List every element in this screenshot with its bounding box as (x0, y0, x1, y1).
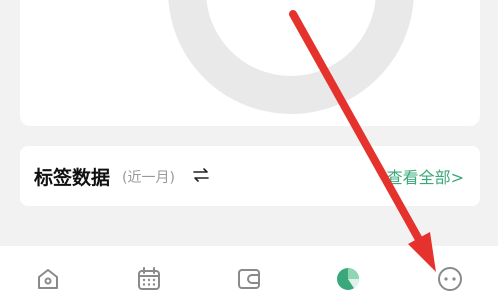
chart-card (20, 0, 480, 126)
wallet-icon (238, 269, 260, 289)
tag-data-period: (近一月) (122, 170, 175, 186)
tag-data-card: 标签数据 (近一月) 查看全部> (20, 146, 480, 206)
pie-chart-icon (337, 268, 359, 290)
tab-more[interactable] (434, 263, 466, 295)
more-icon (438, 267, 462, 291)
tab-statistics[interactable] (332, 263, 364, 295)
swap-icon[interactable] (192, 166, 210, 184)
bottom-tab-bar (0, 246, 498, 307)
calendar-icon (138, 267, 160, 290)
donut-chart (168, 0, 414, 114)
tag-data-title: 标签数据 (34, 167, 111, 189)
tab-home[interactable] (32, 263, 64, 295)
view-all-link[interactable]: 查看全部> (387, 164, 464, 188)
tab-calendar[interactable] (133, 263, 165, 295)
tab-wallet[interactable] (233, 263, 265, 295)
home-icon (38, 269, 58, 289)
